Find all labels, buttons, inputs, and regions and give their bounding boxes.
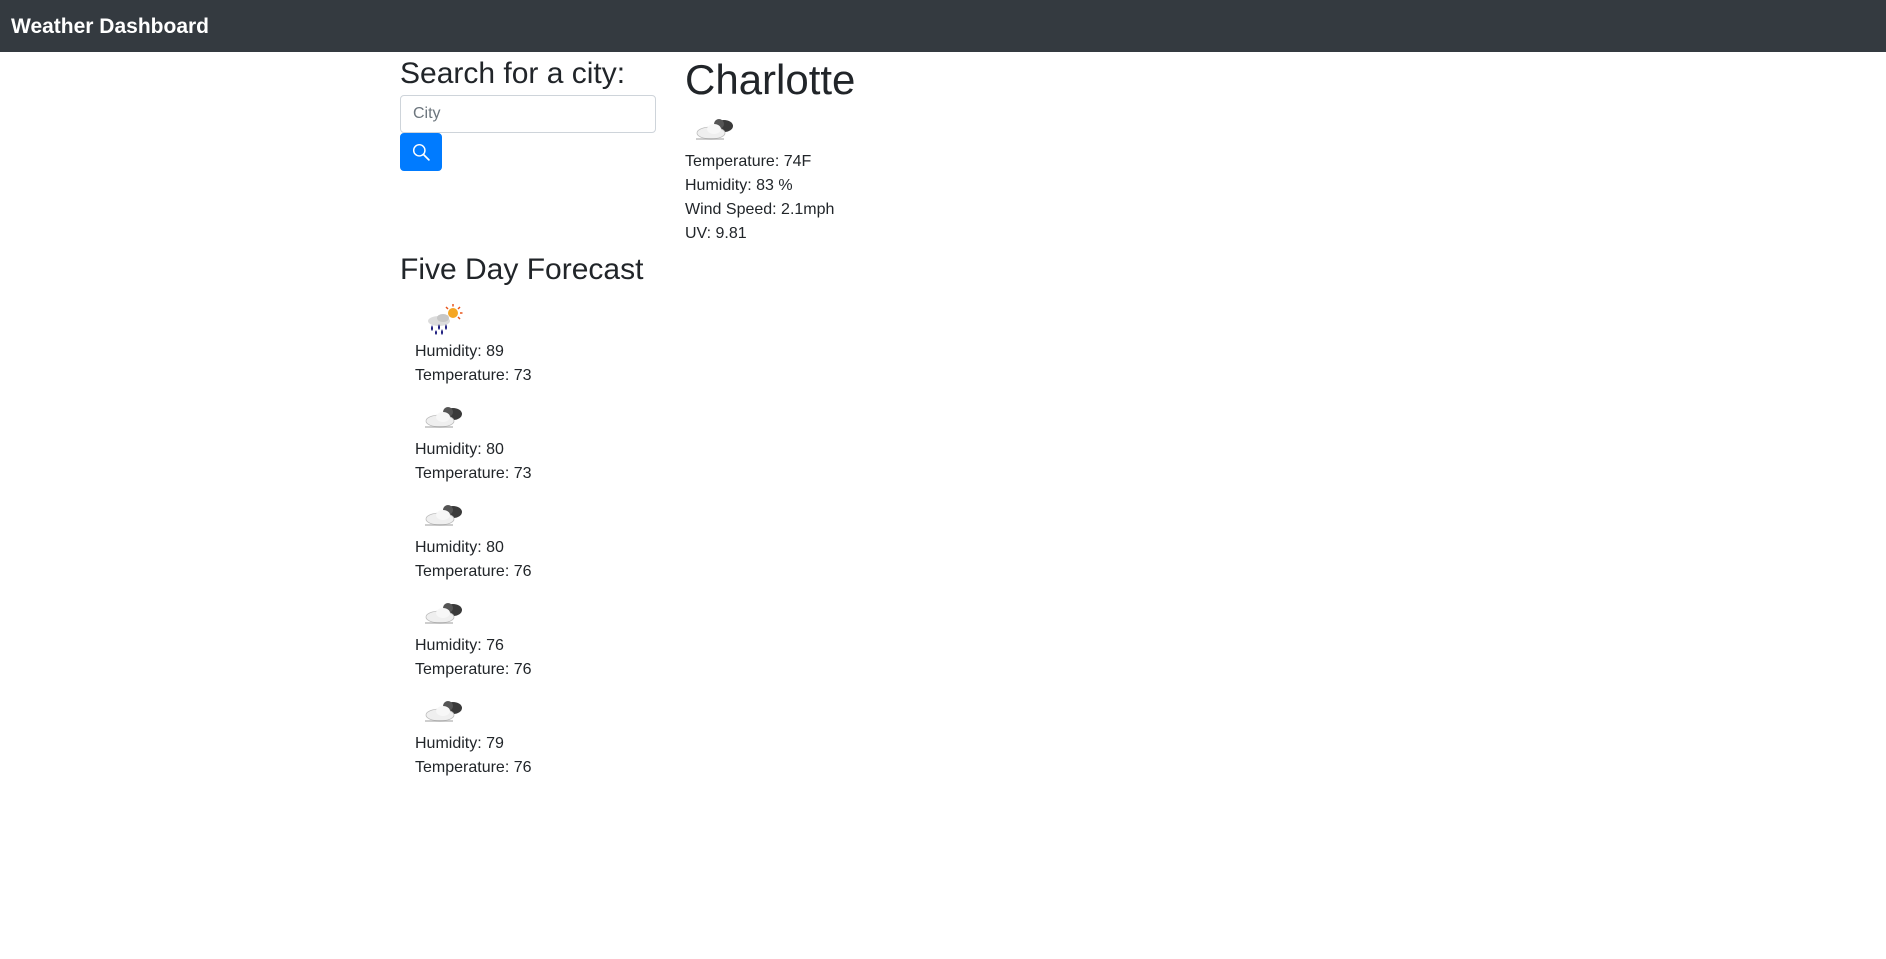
forecast-humidity: Humidity: 89 [415, 343, 504, 360]
broken-clouds-icon [425, 701, 462, 722]
rain-sun-icon [428, 304, 463, 335]
forecast-temperature: Temperature: 76 [415, 563, 532, 580]
city-search-input[interactable] [400, 95, 656, 133]
city-name: Charlotte [685, 56, 856, 103]
current-wind-speed: Wind Speed: 2.1mph [685, 201, 835, 219]
search-heading: Search for a city: [400, 57, 626, 90]
forecast-humidity: Humidity: 79 [415, 735, 504, 752]
search-panel: Search for a city: [400, 52, 656, 171]
forecast-temperature: Temperature: 73 [415, 465, 532, 482]
forecast-humidity: Humidity: 80 [415, 539, 504, 556]
forecast-list: Humidity: 89 Temperature: 73 Humidity: 8… [415, 300, 655, 790]
forecast-humidity: Humidity: 80 [415, 441, 504, 458]
navbar-brand[interactable]: Weather Dashboard [11, 16, 209, 37]
forecast-humidity: Humidity: 76 [415, 637, 504, 654]
forecast-temperature: Temperature: 73 [415, 367, 532, 384]
forecast-day: Humidity: 76 Temperature: 76 [415, 594, 655, 692]
forecast-day: Humidity: 89 Temperature: 73 [415, 300, 655, 398]
broken-clouds-icon [425, 603, 462, 624]
forecast-temperature: Temperature: 76 [415, 759, 532, 776]
broken-clouds-icon [696, 119, 733, 141]
navbar: Weather Dashboard [0, 0, 1886, 52]
current-humidity: Humidity: 83 % [685, 177, 793, 195]
forecast-temperature: Temperature: 76 [415, 661, 532, 678]
search-button[interactable] [400, 133, 442, 171]
current-temperature: Temperature: 74F [685, 153, 812, 171]
broken-clouds-icon [425, 407, 462, 428]
forecast-day: Humidity: 79 Temperature: 76 [415, 692, 655, 790]
forecast-day: Humidity: 80 Temperature: 73 [415, 398, 655, 496]
broken-clouds-icon [425, 505, 462, 526]
current-uv-index: UV: 9.81 [685, 225, 747, 243]
forecast-day: Humidity: 80 Temperature: 76 [415, 496, 655, 594]
forecast-title: Five Day Forecast [400, 253, 644, 286]
current-weather: Charlotte Temperature: 74F Humidity: 83 … [685, 52, 985, 246]
search-icon [412, 143, 430, 161]
